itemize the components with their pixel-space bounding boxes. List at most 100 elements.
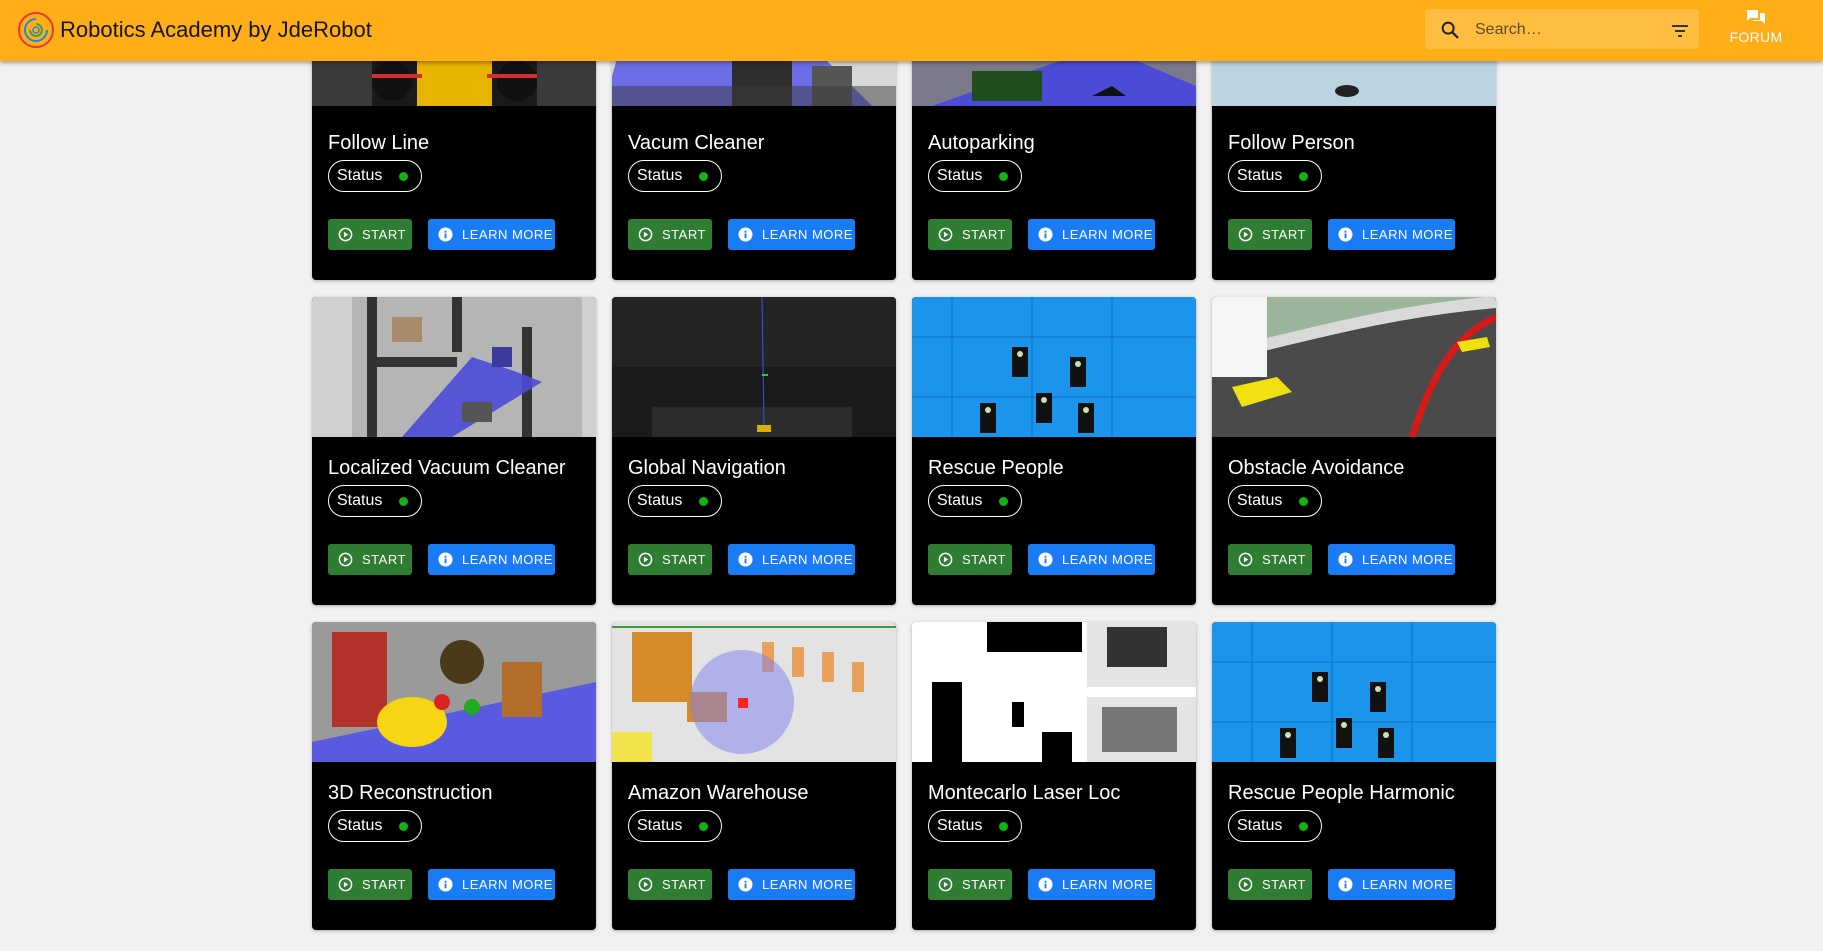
play-circle-icon <box>338 552 353 567</box>
status-label: Status <box>937 167 983 184</box>
play-circle-icon <box>638 877 653 892</box>
exercise-thumbnail[interactable] <box>312 622 596 762</box>
exercise-title: Montecarlo Laser Loc <box>928 782 1121 804</box>
forum-button[interactable]: FORUM <box>1722 8 1790 52</box>
start-button[interactable]: START <box>628 544 712 575</box>
filter-icon[interactable] <box>1670 21 1690 41</box>
start-button[interactable]: START <box>1228 869 1312 900</box>
status-label: Status <box>937 817 983 834</box>
status-dot-icon <box>699 172 708 181</box>
start-button[interactable]: START <box>328 869 412 900</box>
exercise-title: Rescue People Harmonic <box>1228 782 1455 804</box>
exercise-thumbnail[interactable] <box>1212 622 1496 762</box>
start-button-label: START <box>1262 877 1306 892</box>
status-chip: Status <box>928 810 1022 842</box>
learn-more-button-label: LEARN MORE <box>1062 227 1153 242</box>
start-button-label: START <box>362 227 406 242</box>
exercise-title: Obstacle Avoidance <box>1228 457 1405 479</box>
start-button-label: START <box>1262 227 1306 242</box>
exercise-card: Montecarlo Laser Loc Status START LEARN … <box>912 622 1196 930</box>
status-dot-icon <box>999 822 1008 831</box>
learn-more-button[interactable]: LEARN MORE <box>728 869 855 900</box>
status-dot-icon <box>399 497 408 506</box>
learn-more-button-label: LEARN MORE <box>462 877 553 892</box>
status-label: Status <box>637 817 683 834</box>
learn-more-button[interactable]: LEARN MORE <box>1328 544 1455 575</box>
start-button-label: START <box>662 877 706 892</box>
play-circle-icon <box>338 227 353 242</box>
status-label: Status <box>337 167 383 184</box>
start-button-label: START <box>662 552 706 567</box>
exercise-title: Localized Vacuum Cleaner <box>328 457 566 479</box>
exercise-card: 3D Reconstruction Status START LEARN MOR… <box>312 622 596 930</box>
start-button[interactable]: START <box>928 219 1012 250</box>
exercise-thumbnail[interactable] <box>612 297 896 437</box>
start-button[interactable]: START <box>628 869 712 900</box>
start-button[interactable]: START <box>628 219 712 250</box>
search-input[interactable] <box>1473 18 1657 42</box>
start-button[interactable]: START <box>928 869 1012 900</box>
info-icon <box>1338 877 1353 892</box>
learn-more-button[interactable]: LEARN MORE <box>428 869 555 900</box>
status-dot-icon <box>399 172 408 181</box>
learn-more-button[interactable]: LEARN MORE <box>428 544 555 575</box>
play-circle-icon <box>938 552 953 567</box>
status-label: Status <box>1237 817 1283 834</box>
start-button-label: START <box>662 227 706 242</box>
status-dot-icon <box>999 172 1008 181</box>
start-button[interactable]: START <box>928 544 1012 575</box>
status-dot-icon <box>1299 822 1308 831</box>
exercise-thumbnail[interactable] <box>312 297 596 437</box>
info-icon <box>1038 227 1053 242</box>
status-dot-icon <box>999 497 1008 506</box>
play-circle-icon <box>1238 227 1253 242</box>
status-label: Status <box>637 492 683 509</box>
learn-more-button[interactable]: LEARN MORE <box>1328 219 1455 250</box>
learn-more-button[interactable]: LEARN MORE <box>728 219 855 250</box>
play-circle-icon <box>1238 877 1253 892</box>
exercise-card: Rescue People Status START LEARN MORE <box>912 297 1196 605</box>
exercise-card: Amazon Warehouse Status START LEARN MORE <box>612 622 896 930</box>
search-box[interactable] <box>1425 9 1699 49</box>
exercise-thumbnail[interactable] <box>912 297 1196 437</box>
exercise-card: Global Navigation Status START LEARN MOR… <box>612 297 896 605</box>
start-button[interactable]: START <box>328 544 412 575</box>
info-icon <box>1038 877 1053 892</box>
learn-more-button[interactable]: LEARN MORE <box>1328 869 1455 900</box>
search-icon <box>1441 21 1459 39</box>
learn-more-button-label: LEARN MORE <box>1062 877 1153 892</box>
learn-more-button[interactable]: LEARN MORE <box>728 544 855 575</box>
learn-more-button[interactable]: LEARN MORE <box>1028 544 1155 575</box>
info-icon <box>438 552 453 567</box>
learn-more-button[interactable]: LEARN MORE <box>1028 869 1155 900</box>
learn-more-button-label: LEARN MORE <box>762 227 853 242</box>
exercise-card: Rescue People Harmonic Status START LEAR… <box>1212 622 1496 930</box>
jderobot-logo-icon[interactable] <box>17 11 55 49</box>
status-chip: Status <box>628 485 722 517</box>
exercise-thumbnail[interactable] <box>1212 297 1496 437</box>
status-chip: Status <box>628 810 722 842</box>
start-button[interactable]: START <box>328 219 412 250</box>
info-icon <box>738 227 753 242</box>
start-button[interactable]: START <box>1228 544 1312 575</box>
exercise-card: Obstacle Avoidance Status START LEARN MO… <box>1212 297 1496 605</box>
info-icon <box>738 877 753 892</box>
start-button-label: START <box>362 877 406 892</box>
info-icon <box>1338 227 1353 242</box>
exercise-title: Follow Person <box>1228 132 1355 154</box>
status-dot-icon <box>699 822 708 831</box>
play-circle-icon <box>938 227 953 242</box>
start-button[interactable]: START <box>1228 219 1312 250</box>
status-chip: Status <box>1228 485 1322 517</box>
app-title: Robotics Academy by JdeRobot <box>60 17 372 42</box>
learn-more-button-label: LEARN MORE <box>762 552 853 567</box>
exercise-thumbnail[interactable] <box>912 622 1196 762</box>
exercise-title: Vacum Cleaner <box>628 132 765 154</box>
learn-more-button[interactable]: LEARN MORE <box>428 219 555 250</box>
exercise-title: 3D Reconstruction <box>328 782 493 804</box>
status-dot-icon <box>399 822 408 831</box>
exercise-thumbnail[interactable] <box>612 622 896 762</box>
learn-more-button[interactable]: LEARN MORE <box>1028 219 1155 250</box>
status-chip: Status <box>328 485 422 517</box>
learn-more-button-label: LEARN MORE <box>462 552 553 567</box>
